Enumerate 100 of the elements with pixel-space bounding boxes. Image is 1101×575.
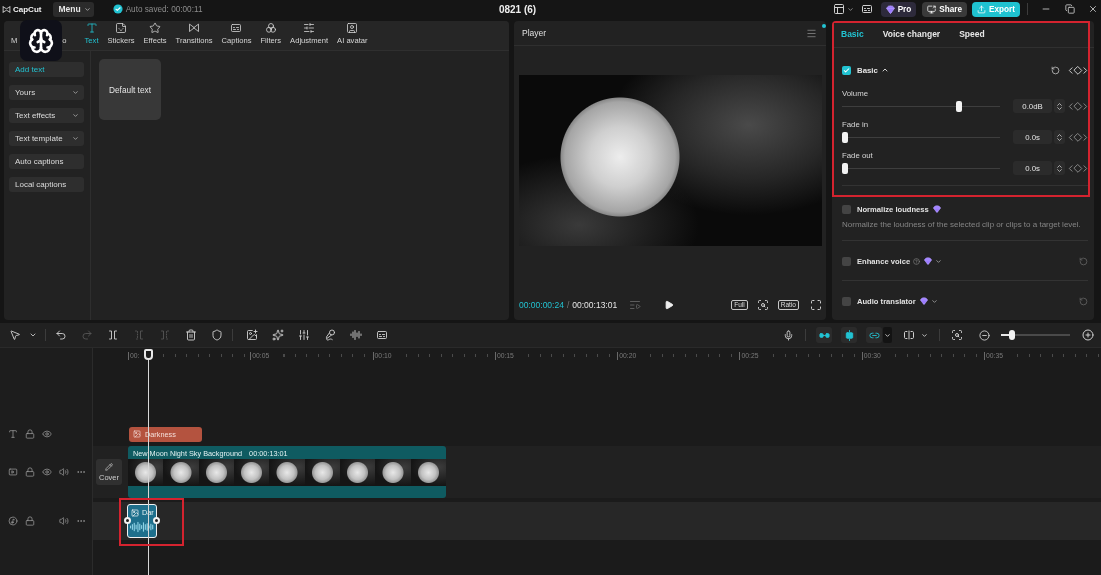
image-plus-icon[interactable]	[246, 329, 258, 341]
scan-search-icon[interactable]	[951, 329, 963, 341]
caret-icon[interactable]	[930, 297, 938, 305]
gem-icon	[932, 205, 941, 213]
bowtie-icon	[188, 22, 200, 34]
app-name: CapCut	[13, 4, 42, 14]
stepper-button[interactable]	[1054, 161, 1065, 175]
toggle-button[interactable]	[816, 327, 832, 343]
image-icon	[133, 430, 141, 438]
keyframe-icon[interactable]	[1068, 99, 1088, 113]
sidebar-item[interactable]: Auto captions	[9, 154, 84, 169]
lock-icon[interactable]	[25, 516, 35, 526]
autosave-status: Auto saved: 00:00:11	[125, 4, 203, 14]
layout-icon[interactable]	[832, 3, 845, 15]
split-icon[interactable]	[107, 329, 119, 341]
eye-icon[interactable]	[42, 467, 52, 477]
screen-share-icon	[927, 4, 937, 14]
pointer-icon[interactable]	[9, 329, 21, 341]
scan-search-icon[interactable]	[756, 299, 769, 311]
zoom-in-icon[interactable]	[1082, 329, 1094, 341]
captions-icon[interactable]	[376, 329, 388, 341]
shield-icon[interactable]	[211, 329, 223, 341]
vocal-mic-icon[interactable]	[324, 329, 336, 341]
toggle-button[interactable]	[866, 327, 882, 343]
sidebar-item[interactable]: Yours	[9, 85, 84, 100]
fullscreen-icon[interactable]	[810, 299, 822, 311]
delete-icon[interactable]	[185, 329, 197, 341]
volume-icon[interactable]	[59, 467, 69, 477]
keyframe-icon[interactable]	[1068, 63, 1088, 77]
chevron-down-icon	[83, 5, 91, 13]
chevrons-up-down-icon	[1055, 132, 1064, 142]
microphone-icon[interactable]	[783, 329, 794, 341]
checkbox[interactable]	[842, 204, 851, 214]
caret-button[interactable]	[883, 327, 892, 343]
moon-thumbnail	[339, 459, 376, 486]
upload-icon	[977, 4, 987, 14]
share-button[interactable]: Share	[922, 1, 968, 17]
pencil-icon	[105, 462, 113, 471]
close-icon[interactable]	[1088, 4, 1098, 14]
sparkles-icon[interactable]	[272, 329, 284, 341]
menu-button[interactable]: Menu	[53, 1, 94, 17]
captions-icon[interactable]	[860, 3, 873, 15]
sliders-icon	[303, 22, 316, 34]
stepper-button[interactable]	[1054, 99, 1065, 113]
notification-dot	[822, 24, 826, 28]
slider-thumb[interactable]	[842, 162, 848, 174]
slider-thumb[interactable]	[842, 131, 848, 143]
sidebar-item[interactable]: Local captions	[9, 177, 84, 192]
lock-icon[interactable]	[25, 467, 35, 477]
checkbox[interactable]	[842, 296, 851, 306]
zoom-out-icon[interactable]	[979, 329, 990, 341]
caret-icon[interactable]	[935, 257, 943, 265]
playhead-handle[interactable]	[144, 349, 153, 360]
caret-icon[interactable]	[921, 331, 928, 339]
caret-up-icon[interactable]	[880, 66, 889, 74]
option-description: Normalize the loudness of the selected clip or clips to a target level.	[842, 220, 1082, 230]
play-icon[interactable]	[664, 300, 675, 310]
text-preset-card[interactable]: Default text	[99, 59, 161, 120]
pro-button[interactable]: Pro	[880, 1, 917, 17]
circles-icon	[264, 22, 277, 34]
chevron-down-icon	[72, 135, 79, 142]
lock-icon[interactable]	[25, 429, 35, 439]
moon-thumbnail	[269, 459, 305, 486]
trim-handle[interactable]	[124, 517, 131, 524]
inspector-tab[interactable]: Speed	[959, 29, 985, 39]
current-time: 00:00:00:24	[519, 300, 564, 310]
keyframe-icon[interactable]	[1068, 161, 1088, 175]
inspector-tab[interactable]: Voice changer	[882, 29, 941, 39]
moon-thumbnail	[163, 459, 199, 486]
sidebar-item[interactable]: Text template	[9, 131, 84, 146]
volume-icon[interactable]	[59, 516, 69, 526]
undo-icon[interactable]	[55, 329, 67, 341]
keyframe-icon[interactable]	[1068, 130, 1088, 144]
inspector-tab[interactable]: Basic	[841, 29, 864, 39]
trim-handle[interactable]	[153, 517, 160, 524]
chevron-down-icon	[72, 112, 79, 119]
checkbox[interactable]	[842, 256, 851, 266]
chevrons-up-down-icon	[1055, 101, 1064, 111]
stepper-button[interactable]	[1054, 130, 1065, 144]
slider-thumb[interactable]	[956, 100, 962, 112]
list-icon[interactable]	[629, 299, 642, 311]
sidebar-item[interactable]: Text effects	[9, 108, 84, 123]
caret-icon[interactable]	[846, 5, 854, 13]
moon-thumbnail	[128, 459, 164, 486]
eye-icon[interactable]	[42, 429, 52, 439]
toggle-button[interactable]	[841, 327, 857, 343]
slider-thumb[interactable]	[1008, 330, 1015, 340]
split-view-icon[interactable]	[903, 329, 915, 341]
restore-icon[interactable]	[1065, 4, 1075, 14]
audio-lines-icon[interactable]	[350, 329, 362, 341]
logo-icon	[2, 4, 11, 14]
sliders-icon[interactable]	[298, 329, 310, 341]
sidebar-item[interactable]: Add text	[9, 62, 84, 77]
highlight-frame	[119, 498, 184, 546]
music-circle-icon	[8, 516, 18, 526]
menu-icon[interactable]	[806, 27, 817, 39]
time-separator: /	[566, 300, 570, 310]
checkbox[interactable]	[842, 65, 851, 75]
caret-icon[interactable]	[29, 331, 37, 339]
check-icon	[843, 66, 850, 74]
